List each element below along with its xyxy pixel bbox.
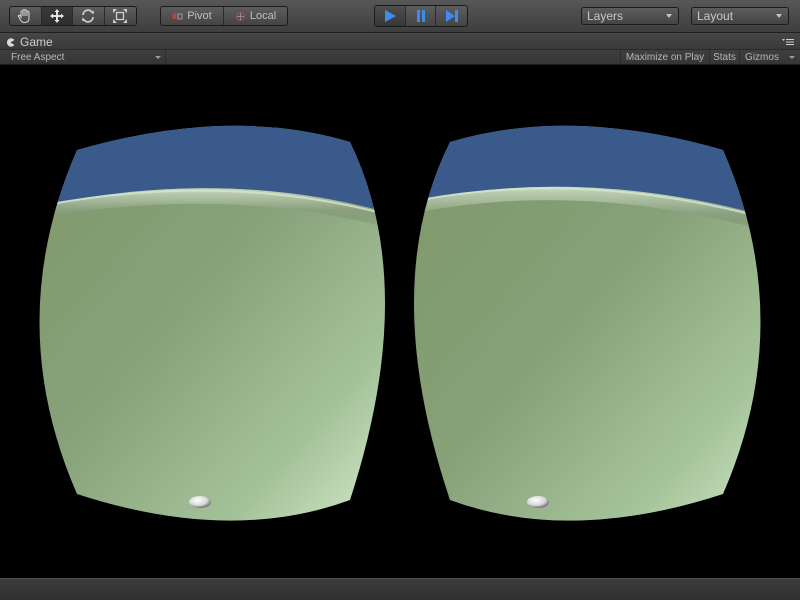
rotate-icon — [82, 9, 95, 23]
hand-icon — [18, 8, 30, 24]
gizmos-toggle[interactable]: Gizmos — [739, 50, 784, 65]
tab-game[interactable]: Game — [6, 35, 53, 49]
game-panel-header: Game — [0, 33, 800, 50]
hand-tool-button[interactable] — [10, 7, 42, 25]
layers-dropdown[interactable]: Layers — [581, 7, 679, 25]
aspect-dropdown[interactable]: Free Aspect — [0, 50, 166, 65]
play-icon — [384, 10, 396, 22]
main-toolbar: Pivot Local Layers Layout — [0, 0, 800, 33]
step-button[interactable] — [436, 6, 467, 26]
maximize-on-play-toggle[interactable]: Maximize on Play — [620, 50, 709, 65]
play-controls-group — [374, 5, 468, 27]
game-pacman-icon — [6, 37, 15, 47]
pivot-button[interactable]: Pivot — [161, 7, 225, 25]
pivot-toggle-group: Pivot Local — [160, 6, 288, 26]
local-globe-icon — [236, 11, 245, 21]
local-button[interactable]: Local — [224, 7, 287, 25]
layers-label: Layers — [587, 9, 624, 23]
status-bar — [0, 578, 800, 600]
stereo-render — [39, 125, 761, 521]
stats-toggle[interactable]: Stats — [709, 50, 739, 65]
maximize-label: Maximize on Play — [625, 52, 705, 63]
game-view-toolbar: Free Aspect Maximize on Play Stats Gizmo… — [0, 50, 800, 65]
pause-button[interactable] — [406, 6, 437, 26]
gizmos-label: Gizmos — [745, 52, 779, 63]
pivot-icon — [172, 12, 183, 19]
step-icon — [445, 10, 458, 22]
chevron-down-icon — [776, 14, 782, 18]
move-tool-button[interactable] — [41, 7, 73, 25]
chevron-down-icon — [666, 14, 672, 18]
stats-label: Stats — [713, 52, 736, 63]
pause-icon — [416, 10, 425, 22]
left-eye-view — [39, 125, 385, 521]
scale-tool-button[interactable] — [105, 7, 136, 25]
local-label: Local — [249, 10, 277, 22]
move-arrows-icon — [49, 9, 64, 23]
tab-game-label: Game — [20, 35, 53, 49]
rotate-tool-button[interactable] — [73, 7, 105, 25]
panel-menu-icon[interactable] — [782, 38, 794, 46]
layout-dropdown[interactable]: Layout — [691, 7, 789, 25]
right-eye-view — [414, 125, 761, 521]
scale-icon — [113, 9, 128, 23]
transform-tools-group — [9, 6, 137, 26]
layout-label: Layout — [697, 9, 734, 23]
chevron-down-icon — [155, 56, 161, 59]
chevron-down-icon[interactable] — [789, 56, 795, 59]
pivot-label: Pivot — [187, 10, 212, 22]
play-button[interactable] — [375, 6, 406, 26]
game-viewport[interactable] — [0, 66, 800, 578]
aspect-label: Free Aspect — [11, 52, 65, 63]
